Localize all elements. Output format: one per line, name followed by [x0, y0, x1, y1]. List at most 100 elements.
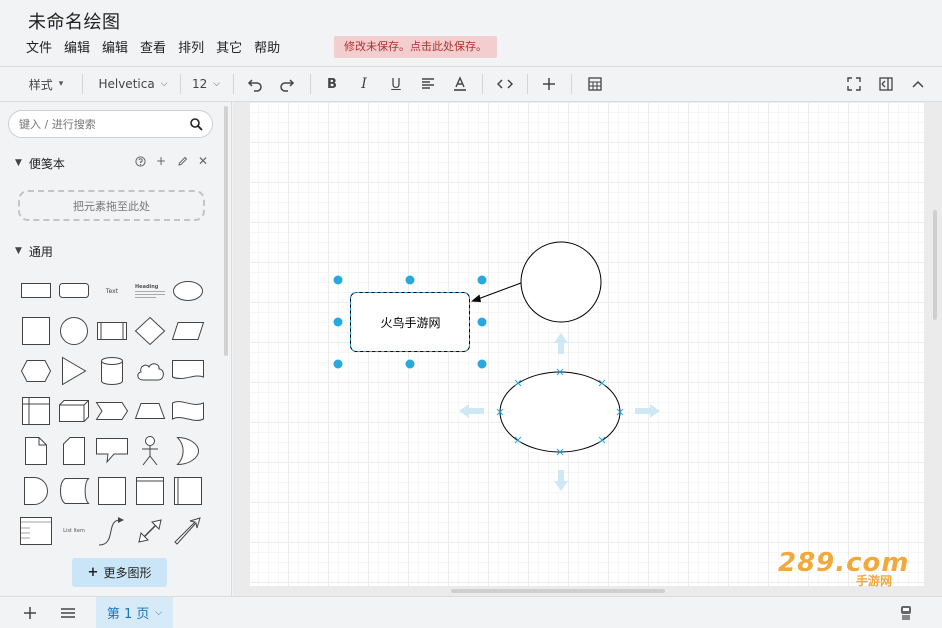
- menu-edit-duplicate[interactable]: 编辑: [58, 39, 96, 59]
- general-section-title: 通用: [28, 244, 53, 259]
- process-shape[interactable]: [92, 312, 132, 350]
- container-shape[interactable]: [130, 472, 170, 510]
- cloud-shape[interactable]: [130, 352, 170, 390]
- toolbar-divider: [571, 74, 572, 94]
- pages-menu-icon[interactable]: [56, 597, 80, 628]
- note-shape[interactable]: [16, 432, 56, 470]
- internal-storage-shape[interactable]: [16, 392, 56, 430]
- fullscreen-icon[interactable]: [843, 67, 865, 101]
- card-shape[interactable]: [54, 432, 94, 470]
- scratchpad-header[interactable]: ▼ 便笺本: [15, 153, 65, 173]
- menu-arrange[interactable]: 排列: [172, 39, 210, 59]
- curve-shape[interactable]: [92, 512, 132, 550]
- heading-shape[interactable]: Heading: [130, 272, 170, 310]
- hexagon-shape[interactable]: [16, 352, 56, 390]
- canvas-vertical-scrollbar[interactable]: [933, 210, 937, 320]
- actor-shape[interactable]: [130, 432, 170, 470]
- rectangle-square-shape[interactable]: [92, 472, 132, 510]
- menu-help[interactable]: 帮助: [248, 39, 286, 59]
- cube-shape[interactable]: [54, 392, 94, 430]
- sidebar-scrollbar[interactable]: [224, 106, 228, 356]
- diagram-canvas[interactable]: [233, 102, 942, 596]
- toolbar-divider: [82, 74, 83, 94]
- document-title[interactable]: 未命名绘图: [28, 8, 121, 34]
- swimlane-shape[interactable]: [168, 472, 208, 510]
- style-dropdown[interactable]: 样式 ▾: [22, 67, 70, 101]
- heading-shape-body: [135, 293, 165, 295]
- underline-icon[interactable]: U: [385, 67, 407, 101]
- toolbar-divider: [482, 74, 483, 94]
- rectangle-shape[interactable]: [16, 272, 56, 310]
- italic-icon[interactable]: I: [353, 67, 375, 101]
- ellipse-shape[interactable]: [168, 272, 208, 310]
- add-icon[interactable]: [538, 67, 560, 101]
- canvas-horizontal-scrollbar[interactable]: [451, 589, 665, 593]
- format-panel-icon[interactable]: [875, 67, 897, 101]
- triangle-shape[interactable]: [54, 352, 94, 390]
- document-shape[interactable]: [168, 352, 208, 390]
- page-tab-label: 第 1 页: [106, 607, 150, 622]
- search-icon[interactable]: [189, 117, 203, 131]
- collapse-icon[interactable]: [907, 67, 929, 101]
- cylinder-shape[interactable]: [92, 352, 132, 390]
- heading-shape-body: [135, 290, 165, 292]
- watermark-logo: 289.com 手游网: [778, 548, 918, 590]
- node-label[interactable]: 火鸟手游网: [351, 293, 470, 352]
- undo-icon[interactable]: [244, 67, 266, 101]
- style-label: 样式: [28, 77, 53, 92]
- font-size-dropdown[interactable]: 12 ⌵: [191, 67, 221, 101]
- list-shape[interactable]: [16, 512, 56, 550]
- bold-icon[interactable]: B: [321, 67, 343, 101]
- close-icon[interactable]: ✕: [196, 153, 210, 169]
- chevron-down-icon: ⌵: [213, 79, 221, 89]
- toolbar: 样式 ▾ Helvetica ⌵ 12 ⌵ B I U: [0, 66, 942, 102]
- toolbar-divider: [310, 74, 311, 94]
- menu-edit[interactable]: 编辑: [96, 39, 134, 59]
- text-shape[interactable]: Text: [92, 272, 132, 310]
- diamond-shape[interactable]: [130, 312, 170, 350]
- or-shape[interactable]: [168, 432, 208, 470]
- rounded-rectangle-shape[interactable]: [54, 272, 94, 310]
- heading-shape-body: [135, 296, 156, 298]
- edit-icon[interactable]: [175, 153, 189, 169]
- parallelogram-shape[interactable]: [168, 312, 208, 350]
- arrow-shape[interactable]: [168, 512, 208, 550]
- square-shape[interactable]: [16, 312, 56, 350]
- font-family-dropdown[interactable]: Helvetica ⌵: [96, 67, 170, 101]
- code-icon[interactable]: [494, 67, 516, 101]
- trapezoid-shape[interactable]: [130, 392, 170, 430]
- caret-down-icon: ▼: [15, 246, 22, 256]
- general-section-header[interactable]: ▼ 通用: [15, 241, 53, 261]
- stored-data-shape[interactable]: [54, 472, 94, 510]
- chevron-down-icon: ⌵: [155, 607, 163, 618]
- circle-shape[interactable]: [54, 312, 94, 350]
- shape-search-input[interactable]: [19, 115, 184, 133]
- menu-view[interactable]: 查看: [134, 39, 172, 59]
- tape-shape[interactable]: [168, 392, 208, 430]
- font-size-value: 12: [191, 77, 208, 91]
- unsaved-changes-notice[interactable]: 修改未保存。点击此处保存。: [334, 36, 497, 58]
- scratchpad-title: 便笺本: [28, 156, 65, 171]
- align-icon[interactable]: [417, 67, 439, 101]
- scratchpad-dropzone[interactable]: 把元素拖至此处: [18, 190, 205, 221]
- menu-file[interactable]: 文件: [26, 39, 58, 59]
- bidirectional-arrow-shape[interactable]: [130, 512, 170, 550]
- watermark-sub: 手游网: [856, 574, 893, 588]
- feedback-icon[interactable]: [894, 597, 918, 628]
- callout-shape[interactable]: [92, 432, 132, 470]
- caret-down-icon: ▼: [15, 158, 22, 168]
- more-shapes-label: 更多图形: [103, 566, 152, 580]
- toolbar-divider: [527, 74, 528, 94]
- add-page-icon[interactable]: [18, 597, 42, 628]
- list-item-shape[interactable]: List Item: [54, 512, 94, 550]
- table-icon[interactable]: [584, 67, 606, 101]
- more-shapes-button[interactable]: + 更多图形: [72, 558, 167, 587]
- redo-icon[interactable]: [276, 67, 298, 101]
- help-icon[interactable]: [133, 153, 147, 169]
- menu-extras[interactable]: 其它: [210, 39, 248, 59]
- font-color-icon[interactable]: [449, 67, 471, 101]
- step-shape[interactable]: [92, 392, 132, 430]
- page-tab-1[interactable]: 第 1 页 ⌵: [96, 597, 173, 628]
- delay-shape[interactable]: [16, 472, 56, 510]
- add-icon[interactable]: +: [154, 153, 168, 169]
